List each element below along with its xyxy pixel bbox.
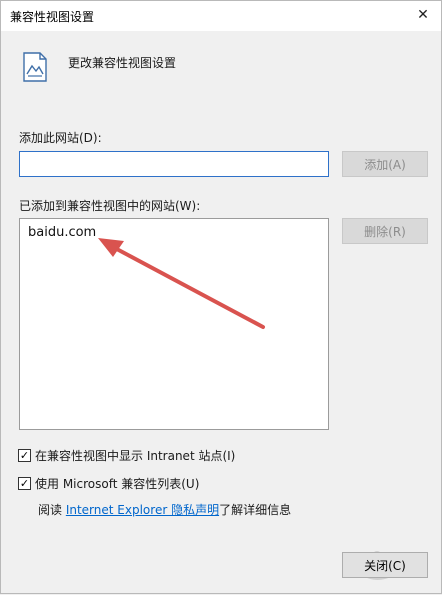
ms-list-checkbox[interactable]: ✓ [18, 477, 31, 490]
privacy-row: 阅读 Internet Explorer 隐私声明了解详细信息 [38, 501, 291, 518]
remove-button[interactable]: 删除(R) [342, 218, 428, 244]
ms-list-label: 使用 Microsoft 兼容性列表(U) [35, 477, 200, 491]
title-bar: 兼容性视图设置 ✕ [1, 1, 441, 31]
privacy-suffix: 了解详细信息 [219, 503, 292, 517]
site-list[interactable]: baidu.com [19, 218, 329, 430]
compat-view-dialog: 兼容性视图设置 ✕ 更改兼容性视图设置 添加此网站(D): 添加(A) 已添加到… [0, 0, 442, 594]
intranet-checkbox[interactable]: ✓ [18, 449, 31, 462]
close-button[interactable]: 关闭(C) [342, 552, 428, 578]
window-title: 兼容性视图设置 [10, 10, 95, 24]
add-button[interactable]: 添加(A) [342, 151, 428, 177]
dialog-heading: 更改兼容性视图设置 [68, 56, 177, 70]
ms-list-option[interactable]: ✓ 使用 Microsoft 兼容性列表(U) [18, 475, 199, 492]
intranet-option[interactable]: ✓ 在兼容性视图中显示 Intranet 站点(I) [18, 447, 235, 464]
privacy-link[interactable]: Internet Explorer 隐私声明 [66, 503, 219, 517]
list-item[interactable]: baidu.com [28, 225, 96, 240]
privacy-prefix: 阅读 [38, 503, 66, 517]
site-list-label: 已添加到兼容性视图中的网站(W): [19, 199, 201, 213]
add-site-input[interactable] [19, 151, 329, 177]
compat-page-icon [23, 52, 47, 82]
close-window-icon[interactable]: ✕ [405, 1, 441, 29]
add-site-label: 添加此网站(D): [19, 131, 102, 145]
intranet-label: 在兼容性视图中显示 Intranet 站点(I) [35, 449, 236, 463]
